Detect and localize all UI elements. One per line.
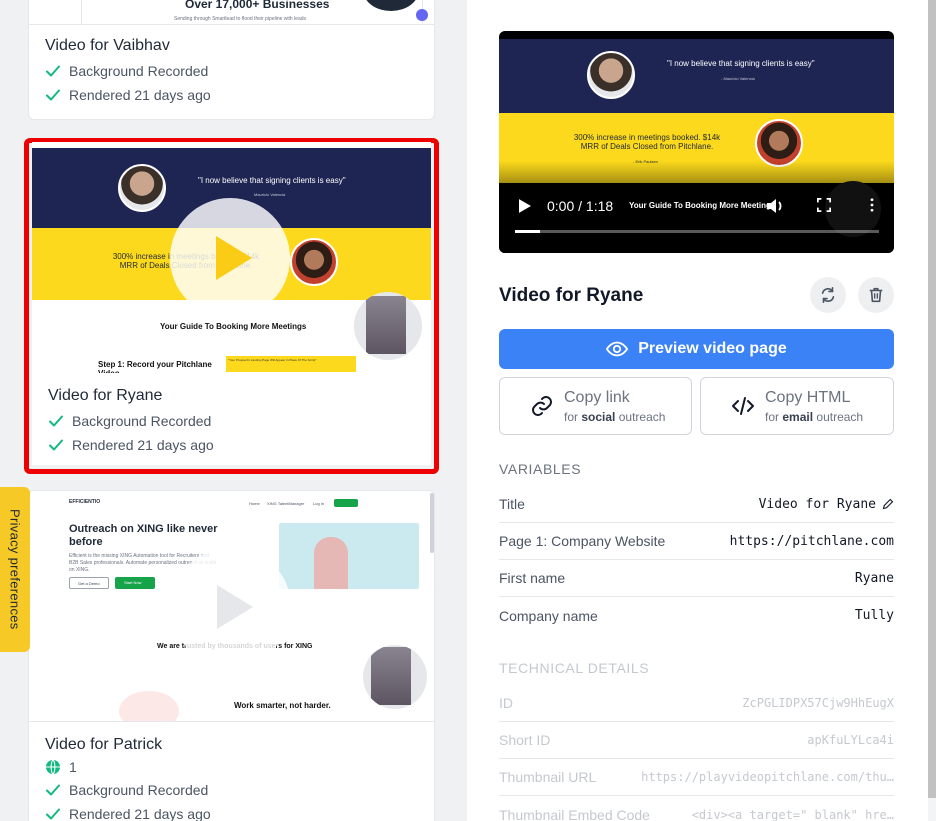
status-background-recorded: Background Recorded	[45, 778, 418, 802]
play-icon[interactable]	[170, 198, 290, 318]
code-icon	[732, 397, 754, 415]
play-icon[interactable]	[519, 199, 531, 213]
thumbnail-scrollbar[interactable]	[430, 493, 434, 553]
copy-link-sublabel: for social outreach	[564, 409, 666, 424]
check-icon	[46, 808, 60, 820]
check-icon	[46, 784, 60, 796]
delete-button[interactable]	[858, 277, 894, 313]
status-background-recorded: Background Recorded	[48, 409, 415, 433]
landing-cta: "Your Prospect's Landing Page Will Appea…	[226, 356, 356, 372]
fullscreen-icon[interactable]	[817, 198, 831, 212]
site-logo: EFFICIENTIO	[69, 499, 101, 505]
globe-icon	[46, 759, 60, 775]
thumbnail-subtext: Sending through Smartlead to flood their…	[174, 16, 307, 22]
site-cta-button	[334, 499, 358, 507]
site-nav-item: Home	[249, 501, 260, 506]
status-background-recorded: Background Recorded	[45, 59, 418, 83]
trash-icon	[869, 287, 883, 303]
guide-heading: Your Guide To Booking More Meetings	[160, 322, 307, 331]
video-title: Video for Ryane	[48, 387, 163, 404]
technical-row-thumbnail-url: Thumbnail URL https://playvideopitchlane…	[499, 759, 894, 796]
testimonial-author: Mauricio Valencia	[254, 192, 286, 197]
testimonial-avatar	[587, 51, 635, 99]
title-value[interactable]: Video for Ryane	[759, 497, 876, 512]
webcam-bubble	[363, 645, 427, 709]
panel-scrollbar[interactable]	[928, 0, 936, 798]
technical-row-id: ID ZcPGLIDPX57Cjw9HhEugX	[499, 685, 894, 722]
testimonial-stat: 300% increase in meetings booked. $14k M…	[573, 133, 721, 151]
status-rendered: Rendered 21 days ago	[45, 802, 418, 821]
video-overlay-title: Your Guide To Booking More Meetings	[629, 201, 776, 210]
copy-link-button[interactable]: Copy link for social outreach	[499, 377, 692, 435]
site-hero-image	[279, 523, 419, 589]
variable-row-company-website: Page 1: Company Website https://pitchlan…	[499, 523, 894, 560]
variable-row-first-name: First name Ryane	[499, 560, 894, 597]
check-icon	[46, 65, 60, 77]
site-nav-item: Log In	[313, 501, 325, 506]
testimonial-avatar	[290, 238, 338, 286]
video-thumbnail[interactable]: EFFICIENTIO Home XING TalentManager Log …	[29, 491, 434, 722]
copy-html-label: Copy HTML	[765, 388, 851, 406]
video-title: Video for Vaibhav	[45, 37, 170, 54]
check-icon	[49, 439, 63, 451]
site-start-button: Start Now	[115, 577, 155, 589]
copy-html-sublabel: for email outreach	[765, 409, 864, 424]
play-icon[interactable]	[171, 547, 291, 667]
technical-details-heading: TECHNICAL DETAILS	[499, 660, 650, 676]
video-card-vaibhav[interactable]: Over 17,000+ Businesses Sending through …	[28, 0, 435, 120]
testimonial-quote: "I now believe that signing clients is e…	[198, 176, 346, 185]
video-progress-fill	[515, 230, 541, 233]
status-rendered: Rendered 21 days ago	[45, 83, 418, 107]
video-thumbnail[interactable]: "I now believe that signing clients is e…	[32, 142, 431, 373]
video-title: Video for Patrick	[45, 736, 163, 753]
thumbnail-headline: Over 17,000+ Businesses	[185, 0, 330, 11]
view-count: 1	[45, 756, 418, 778]
video-card-ryane[interactable]: "I now believe that signing clients is e…	[32, 142, 431, 465]
badge-dot	[416, 9, 428, 21]
check-icon	[49, 415, 63, 427]
refresh-icon	[821, 286, 835, 304]
copy-html-button[interactable]: Copy HTML for email outreach	[700, 377, 894, 435]
technical-row-short-id: Short ID apKfuLYLca4i	[499, 722, 894, 759]
privacy-preferences-tab[interactable]: Privacy preferences	[0, 487, 30, 652]
technical-row-thumbnail-embed: Thumbnail Embed Code <div><a target="_bl…	[499, 806, 894, 821]
variable-row-title: Title Video for Ryane	[499, 486, 894, 523]
site-section-heading: Work smarter, not harder.	[234, 701, 331, 710]
testimonial-avatar	[118, 164, 166, 212]
video-progress-bar[interactable]	[515, 230, 879, 233]
site-heading: Outreach on XING like never before	[69, 523, 218, 548]
variables-heading: VARIABLES	[499, 461, 582, 477]
video-time: 0:00 / 1:18	[547, 198, 614, 214]
regenerate-button[interactable]	[810, 277, 846, 313]
variable-row-company-name: Company name Tully	[499, 607, 894, 624]
testimonial-quote: "I now believe that signing clients is e…	[667, 59, 815, 68]
link-icon	[532, 396, 552, 416]
volume-icon[interactable]	[765, 196, 785, 216]
video-list: Over 17,000+ Businesses Sending through …	[0, 0, 467, 821]
testimonial-avatar	[755, 119, 803, 167]
video-detail-panel: "I now believe that signing clients is e…	[467, 0, 928, 821]
eye-icon	[606, 341, 629, 357]
video-detail-title: Video for Ryane	[499, 285, 644, 306]
pencil-icon[interactable]	[882, 498, 894, 510]
site-nav-item: XING TalentManager	[267, 501, 305, 506]
video-thumbnail[interactable]: Over 17,000+ Businesses Sending through …	[29, 0, 434, 25]
preview-video-page-button[interactable]: Preview video page	[499, 329, 894, 369]
step-text: Step 1: Record your Pitchlane Video	[98, 360, 212, 373]
more-options-icon[interactable]	[870, 198, 874, 212]
site-demo-button: Get a Demo	[69, 577, 109, 589]
status-rendered: Rendered 21 days ago	[48, 433, 415, 457]
testimonial-author: - Mauricio Valencia	[721, 76, 755, 81]
video-player[interactable]: "I now believe that signing clients is e…	[499, 31, 894, 253]
copy-link-label: Copy link	[564, 388, 630, 406]
webcam-bubble	[354, 292, 422, 360]
video-card-patrick[interactable]: EFFICIENTIO Home XING TalentManager Log …	[28, 490, 435, 821]
check-icon	[46, 89, 60, 101]
